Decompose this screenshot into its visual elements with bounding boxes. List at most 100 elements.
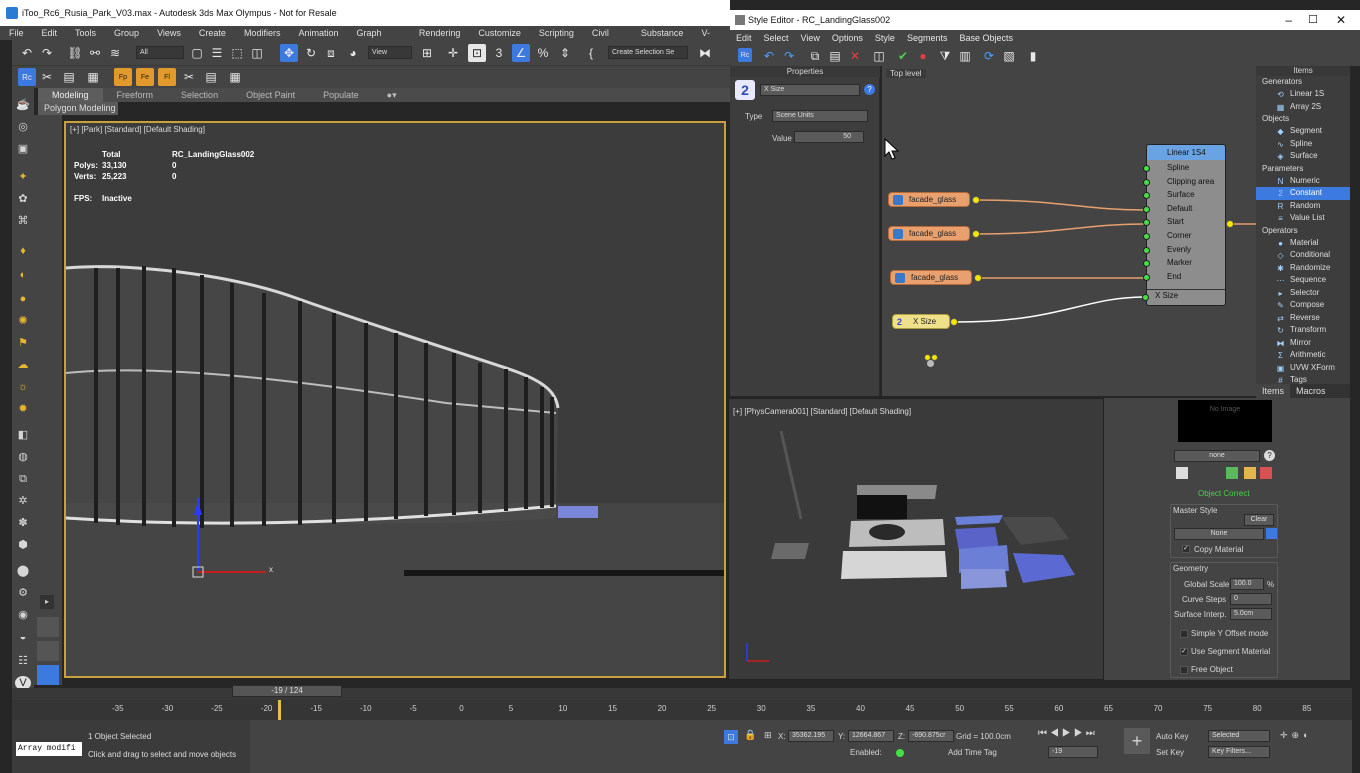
- key-filters-button[interactable]: Key Filters...: [1208, 746, 1270, 758]
- move-icon[interactable]: ✥: [280, 44, 298, 62]
- ribbon-tab-freeform[interactable]: Freeform: [103, 88, 168, 102]
- value-spinner[interactable]: 50: [794, 131, 864, 143]
- port-connector-icon[interactable]: [1143, 233, 1150, 240]
- spinner-snap-icon[interactable]: ⇕: [556, 44, 574, 62]
- port-connector-icon[interactable]: [1143, 165, 1150, 172]
- se-menu-select[interactable]: Select: [758, 30, 795, 46]
- linear-node-port[interactable]: Surface: [1155, 190, 1195, 199]
- global-scale-field[interactable]: 100.0: [1230, 578, 1264, 590]
- spot-light-icon[interactable]: ⚑: [15, 336, 31, 350]
- facade-glass-node-2[interactable]: facade_glass: [888, 226, 970, 241]
- node-graph[interactable]: Top level Linear 1S4 Spline Clipping area…: [882, 66, 1256, 396]
- place-icon[interactable]: ◕: [344, 44, 362, 62]
- material-ball-icon[interactable]: ⬤: [15, 564, 31, 578]
- forest-tools-icon[interactable]: ✂: [180, 68, 198, 86]
- ref-coord-dropdown[interactable]: View: [368, 46, 412, 59]
- track-bar[interactable]: -35 -30 -25 -20 -15 -10 -5 0 5 10 15 20 25 30 35 40 45 50…: [12, 700, 1352, 720]
- panel-icon[interactable]: ▦: [84, 68, 102, 86]
- menu-rendering[interactable]: Rendering: [410, 26, 470, 40]
- box-icon[interactable]: ◧: [15, 428, 31, 442]
- dimension-icon[interactable]: ⬢: [15, 538, 31, 552]
- items-group-header[interactable]: Objects: [1256, 113, 1350, 125]
- se-menu-base-objects[interactable]: Base Objects: [953, 30, 1019, 46]
- items-list-item[interactable]: ⇄ Reverse: [1256, 312, 1350, 325]
- linear-node-port[interactable]: Clipping area: [1155, 177, 1214, 186]
- xsize-input-port[interactable]: [1142, 294, 1149, 301]
- isolate-icon[interactable]: ⊡: [724, 730, 738, 744]
- items-list-item[interactable]: ● Material: [1256, 237, 1350, 250]
- linear-node-port[interactable]: Start: [1155, 217, 1184, 226]
- items-group-header[interactable]: Generators: [1256, 76, 1350, 88]
- facade-glass-node-1[interactable]: facade_glass: [888, 192, 970, 207]
- expand-arrow-icon[interactable]: ▸: [40, 595, 54, 609]
- menu-animation[interactable]: Animation: [289, 26, 347, 40]
- se-refresh-icon[interactable]: ⟳: [980, 47, 998, 65]
- ies-light-icon[interactable]: ✹: [15, 402, 31, 416]
- curve-steps-field[interactable]: 0: [1230, 593, 1272, 605]
- timeline[interactable]: -19 / 124 -35 -30 -25 -20 -15 -10 -5 0 5 10 15 20 25…: [12, 685, 1352, 720]
- ribbon-subtab-polygon-modeling[interactable]: Polygon Modeling: [38, 102, 118, 115]
- simple-y-checkbox[interactable]: [1180, 630, 1188, 638]
- port-connector-icon[interactable]: [1143, 219, 1150, 227]
- render-icon[interactable]: ▣: [15, 142, 31, 156]
- se-uncheck-icon[interactable]: ●: [914, 47, 932, 65]
- clear-button[interactable]: Clear: [1244, 514, 1274, 526]
- spacewarp-icon[interactable]: ⌘: [15, 214, 31, 228]
- snap-toggle-icon[interactable]: 3: [490, 44, 508, 62]
- master-style-picker[interactable]: None: [1174, 528, 1264, 540]
- se-menu-segments[interactable]: Segments: [901, 30, 954, 46]
- x-coordinate-field[interactable]: 35362.195: [788, 730, 834, 742]
- manipulate-icon[interactable]: ✛: [444, 44, 462, 62]
- scatter-icon[interactable]: ✲: [15, 494, 31, 508]
- absolute-mode-icon[interactable]: ⊞: [764, 730, 772, 741]
- facade-glass-port-1[interactable]: [972, 196, 980, 204]
- redo-icon[interactable]: ↷: [38, 44, 56, 62]
- light-icon[interactable]: ✦: [15, 170, 31, 184]
- items-list-item[interactable]: # Tags: [1256, 374, 1350, 384]
- menu-customize[interactable]: Customize: [469, 26, 530, 40]
- bind-space-warp-icon[interactable]: ≋: [106, 44, 124, 62]
- menu-modifiers[interactable]: Modifiers: [235, 26, 290, 40]
- linear-node-port[interactable]: Corner: [1155, 231, 1191, 240]
- items-list-item[interactable]: ↻ Transform: [1256, 324, 1350, 337]
- percent-snap-icon[interactable]: %: [534, 44, 552, 62]
- facade-glass-node-3[interactable]: facade_glass: [890, 270, 972, 285]
- enabled-indicator-icon[interactable]: [896, 749, 904, 757]
- layout-quad-icon[interactable]: [37, 665, 59, 685]
- se-check-icon[interactable]: ✔: [894, 47, 912, 65]
- render-setup-icon[interactable]: ⚙: [15, 586, 31, 600]
- facade-glass-port-2[interactable]: [972, 230, 980, 238]
- menu-civil-view[interactable]: Civil View: [583, 26, 632, 52]
- material-editor-icon[interactable]: [1226, 467, 1238, 479]
- close-icon[interactable]: ✕: [1336, 10, 1346, 30]
- ribbon-tab-populate[interactable]: Populate: [309, 88, 373, 102]
- list-icon[interactable]: ▤: [60, 68, 78, 86]
- items-list-item[interactable]: N Numeric: [1256, 175, 1350, 188]
- help-icon[interactable]: ?: [864, 84, 875, 95]
- y-coordinate-field[interactable]: 12664.867: [848, 730, 894, 742]
- items-list-item[interactable]: ▣ UVW XForm: [1256, 362, 1350, 375]
- items-list-item[interactable]: 2 Constant: [1256, 187, 1350, 200]
- maximize-icon[interactable]: ☐: [1308, 10, 1318, 30]
- material-remove-icon[interactable]: [1260, 467, 1272, 479]
- copy-material-checkbox[interactable]: ✓: [1182, 545, 1190, 553]
- xsize-constant-port[interactable]: [950, 318, 958, 326]
- items-group-header[interactable]: Parameters: [1256, 163, 1350, 175]
- proxy-icon[interactable]: ⧉: [15, 472, 31, 486]
- items-list-item[interactable]: ∿ Spline: [1256, 138, 1350, 151]
- se-panel-icon[interactable]: ▮: [1024, 47, 1042, 65]
- linear-node-port[interactable]: Default: [1155, 204, 1192, 213]
- tools-icon[interactable]: ✂: [38, 68, 56, 86]
- named-selection-dropdown[interactable]: Create Selection Se: [608, 46, 688, 59]
- linear-output-port[interactable]: [1226, 220, 1234, 228]
- camera-icon[interactable]: ◎: [15, 120, 31, 134]
- items-list-item[interactable]: R Random: [1256, 200, 1350, 213]
- railclone-icon[interactable]: Rc: [18, 68, 36, 86]
- linear-node-port[interactable]: Marker: [1155, 258, 1192, 267]
- playback-controls[interactable]: ⏮◀▶▶⏭: [1038, 728, 1098, 739]
- se-redo-icon[interactable]: ↷: [780, 47, 798, 65]
- se-undo-icon[interactable]: ↶: [760, 47, 778, 65]
- forest-edit-icon[interactable]: Fe: [136, 68, 154, 86]
- ribbon-tab-object-paint[interactable]: Object Paint: [232, 88, 309, 102]
- lightmix-icon[interactable]: ◒: [15, 630, 31, 644]
